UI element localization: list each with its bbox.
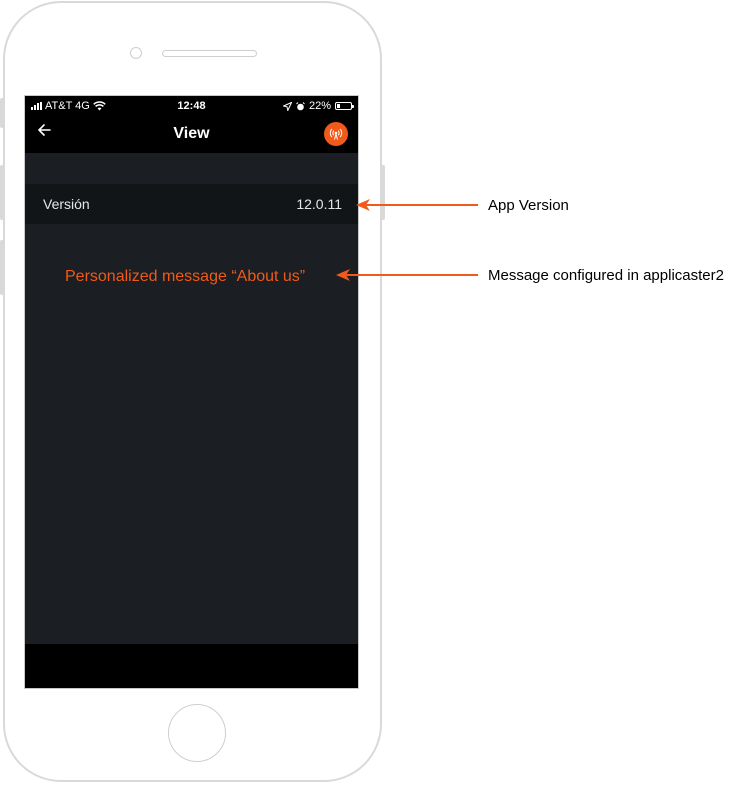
navigation-bar: View (25, 116, 358, 153)
volume-down-button (0, 240, 4, 295)
battery-fill (337, 104, 340, 108)
broadcast-icon (329, 128, 343, 140)
version-label: Versión (43, 196, 90, 212)
version-row: Versión 12.0.11 (25, 184, 358, 224)
app-screen: AT&T 4G 12:48 22% View Versión 12.0.11 P… (24, 95, 359, 689)
alarm-icon (296, 101, 305, 110)
live-button[interactable] (324, 122, 348, 146)
app-version-annotation: App Version (488, 197, 569, 214)
front-camera (130, 47, 142, 59)
nav-title: View (173, 125, 210, 142)
location-arrow-icon (282, 101, 292, 111)
message-configured-annotation: Message configured in applicaster2 (488, 267, 724, 284)
earpiece-speaker (162, 50, 257, 57)
home-button[interactable] (168, 704, 226, 762)
version-value: 12.0.11 (296, 196, 342, 212)
bottom-bar (25, 644, 358, 688)
battery-icon (335, 102, 354, 110)
power-button (381, 165, 385, 220)
mute-switch (0, 98, 4, 128)
status-bar: AT&T 4G 12:48 22% (25, 96, 358, 116)
status-right: 22% (282, 100, 354, 112)
battery-percent: 22% (308, 100, 331, 112)
volume-up-button (0, 165, 4, 220)
about-us-message: Personalized message “About us” (65, 268, 306, 285)
